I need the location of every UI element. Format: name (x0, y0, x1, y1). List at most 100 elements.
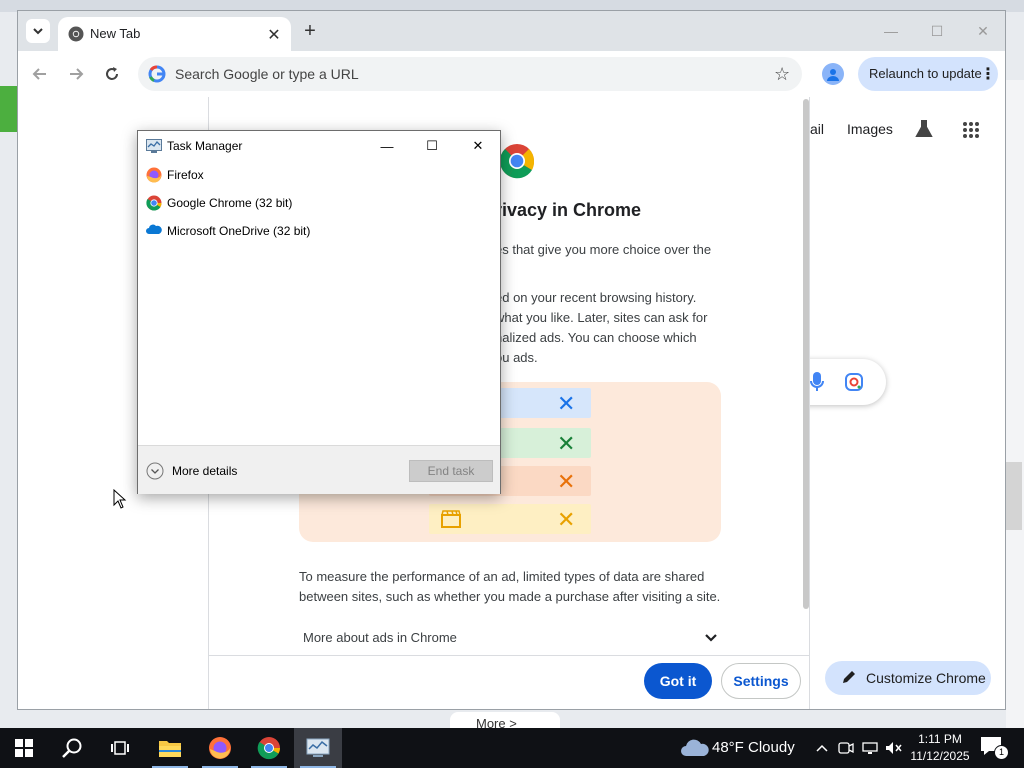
clapperboard-icon (441, 510, 461, 528)
firefox-icon (146, 167, 162, 183)
minimize-button[interactable]: — (876, 21, 906, 41)
file-explorer-button[interactable] (146, 728, 194, 768)
search-icon (62, 738, 82, 758)
mouse-cursor-icon (113, 489, 127, 509)
dialog-scrollbar[interactable] (803, 99, 809, 609)
maximize-button[interactable]: ☐ (412, 133, 452, 159)
end-task-button[interactable]: End task (409, 460, 493, 482)
clock-time: 1:11 PM (918, 732, 962, 746)
process-name: Firefox (167, 168, 204, 182)
dialog-heading: rivacy in Chrome (495, 200, 642, 220)
clock-date: 11/12/2025 (910, 749, 970, 763)
labs-flask-icon[interactable] (914, 119, 934, 139)
task-manager-icon (146, 139, 162, 153)
paragraph-line: nalized ads. You can choose which (495, 330, 697, 345)
task-manager-taskbar-button[interactable] (294, 728, 342, 768)
notification-count-badge: 1 (994, 745, 1009, 760)
cloud-icon (681, 739, 709, 756)
close-button[interactable]: ✕ (458, 133, 498, 159)
task-view-icon (111, 741, 129, 755)
chrome-icon (68, 26, 84, 42)
google-g-icon (148, 65, 166, 83)
show-hidden-icons-button[interactable] (812, 738, 832, 758)
omnibox[interactable]: Search Google or type a URL ☆ (138, 57, 802, 91)
minimize-button[interactable]: — (367, 133, 407, 159)
system-clock[interactable]: 1:11 PM 11/12/2025 (906, 731, 974, 765)
volume-muted-icon[interactable] (884, 738, 904, 758)
process-row-chrome[interactable]: Google Chrome (32 bit) (138, 190, 500, 216)
search-button[interactable] (48, 728, 96, 768)
meet-now-icon[interactable] (836, 738, 856, 758)
relaunch-label: Relaunch to update (869, 66, 982, 81)
folder-icon (159, 741, 181, 757)
relaunch-to-update-button[interactable]: Relaunch to update ⋮ (858, 57, 998, 91)
process-row-onedrive[interactable]: Microsoft OneDrive (32 bit) (138, 218, 500, 244)
person-icon (827, 69, 839, 81)
reload-icon (106, 67, 118, 80)
firefox-taskbar-button[interactable] (196, 728, 244, 768)
tab-search-button[interactable] (26, 19, 50, 43)
maximize-button[interactable]: ☐ (922, 21, 952, 41)
bookmark-star-icon[interactable]: ☆ (774, 64, 790, 85)
dialog-paragraph-2: ed on your recent browsing history. what… (495, 288, 735, 368)
tab-new-tab[interactable]: New Tab ✕ (58, 17, 291, 51)
google-apps-icon[interactable] (962, 121, 980, 139)
reload-button[interactable] (100, 62, 124, 86)
chrome-logo (499, 143, 535, 179)
settings-button[interactable]: Settings (721, 663, 801, 699)
task-manager-icon (306, 738, 330, 757)
more-details-button[interactable]: More details (172, 464, 237, 478)
voice-search-icon[interactable] (810, 371, 824, 393)
task-manager-footer: More details End task (138, 445, 500, 494)
chrome-icon (257, 737, 280, 760)
chrome-icon (146, 195, 162, 211)
task-view-button[interactable] (96, 728, 144, 768)
paragraph-line: ou ads. (495, 350, 538, 365)
windows-logo-icon (15, 739, 33, 757)
forward-button[interactable] (64, 62, 88, 86)
omnibox-placeholder: Search Google or type a URL (175, 66, 359, 82)
background-more-button: More > (450, 712, 560, 731)
search-box[interactable] (804, 359, 886, 405)
network-icon[interactable] (860, 738, 880, 758)
paragraph-line: what you like. Later, sites can ask for (495, 310, 708, 325)
start-button[interactable] (0, 728, 48, 768)
forward-arrow-icon (70, 68, 84, 80)
paragraph-line: ed on your recent browsing history. (495, 290, 697, 305)
notification-center-button[interactable]: 1 (980, 736, 1009, 760)
new-tab-button[interactable]: + (300, 20, 320, 42)
close-tab-icon[interactable]: ✕ (266, 27, 282, 44)
process-name: Google Chrome (32 bit) (167, 196, 293, 210)
expand-circle-icon[interactable] (146, 462, 164, 480)
lens-search-icon[interactable] (844, 372, 864, 392)
chevron-down-icon[interactable] (703, 629, 719, 645)
got-it-button[interactable]: Got it (644, 663, 712, 699)
onedrive-icon (146, 223, 162, 235)
gmail-link[interactable]: ail (810, 121, 824, 137)
paragraph-line: To measure the performance of an ad, lim… (299, 569, 705, 584)
close-x-icon: ✕ (557, 391, 576, 416)
dialog-paragraph-3: To measure the performance of an ad, lim… (299, 567, 729, 607)
chevron-up-icon (816, 744, 828, 752)
more-about-ads-link[interactable]: More about ads in Chrome (303, 630, 457, 645)
close-window-button[interactable]: ✕ (968, 21, 998, 41)
profile-avatar[interactable] (822, 63, 844, 85)
weather-widget[interactable]: 48°F Cloudy (676, 728, 800, 768)
background-window-right (1006, 80, 1024, 728)
process-row-firefox[interactable]: Firefox (138, 162, 500, 188)
task-manager-window: Task Manager — ☐ ✕ Firefox Google Chrome… (137, 130, 501, 494)
back-button[interactable] (28, 62, 52, 86)
paragraph-line: es that give you more choice over the (495, 242, 712, 257)
images-link[interactable]: Images (847, 121, 893, 137)
close-x-icon: ✕ (557, 507, 576, 532)
dialog-paragraph-1: es that give you more choice over the (495, 240, 735, 260)
chevron-down-icon (33, 28, 43, 35)
customize-chrome-label: Customize Chrome (866, 670, 986, 686)
paragraph-line: between sites, such as whether you made … (299, 589, 721, 604)
customize-chrome-button[interactable]: Customize Chrome (825, 661, 991, 695)
browser-toolbar: Search Google or type a URL ☆ Relaunch t… (18, 51, 1005, 97)
tab-title: New Tab (90, 26, 141, 41)
taskbar: 48°F Cloudy 1:11 PM 11/12/2025 1 (0, 728, 1024, 768)
chrome-taskbar-button[interactable] (245, 728, 293, 768)
more-vert-icon[interactable]: ⋮ (980, 64, 996, 84)
